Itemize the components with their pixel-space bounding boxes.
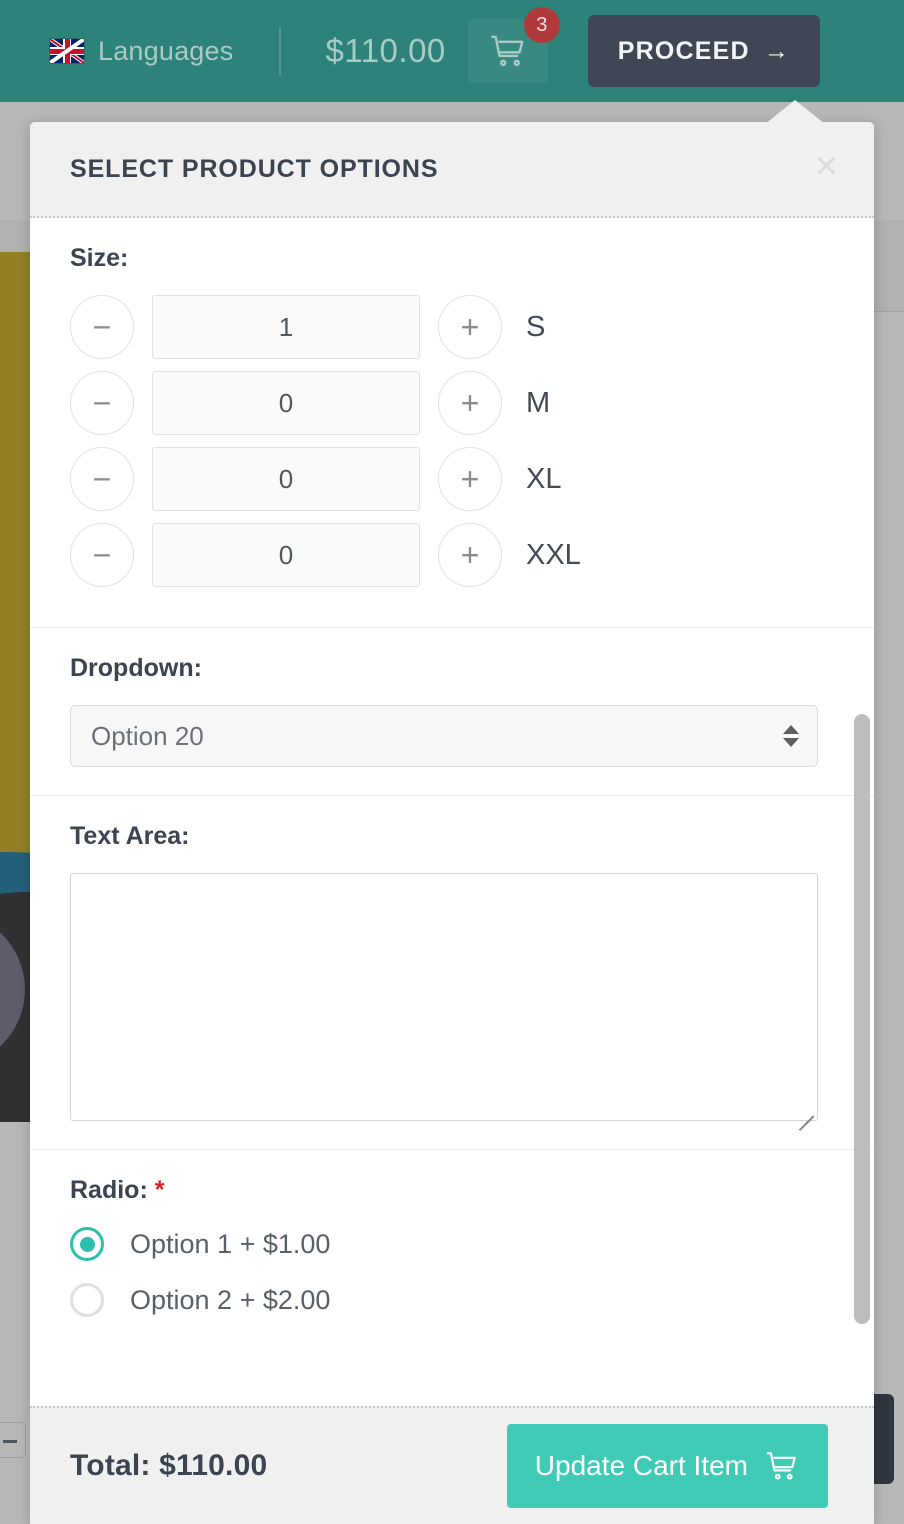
required-asterisk: * (154, 1176, 165, 1204)
modal-footer: Total: $110.00 Update Cart Item (30, 1406, 874, 1524)
size-name-m: M (526, 386, 551, 419)
cart-total-amount: $110.00 (325, 32, 446, 69)
radio-option-1-label: Option 1 + $1.00 (130, 1228, 331, 1259)
quantity-input-xl[interactable] (152, 447, 420, 511)
dropdown-select[interactable]: Option 20 (70, 705, 818, 767)
section-textarea: Text Area: (30, 796, 874, 1150)
page-root: Languages $110.00 3 PROCEED → SELECT PRO… (0, 0, 904, 1524)
modal-header: SELECT PRODUCT OPTIONS × (30, 122, 874, 218)
section-dropdown: Dropdown: Option 20 (30, 628, 874, 796)
radio-label-text: Radio: (70, 1176, 148, 1204)
size-label: Size: (70, 244, 129, 272)
decrement-button-m[interactable]: − (70, 371, 134, 435)
decrement-button-xl[interactable]: − (70, 447, 134, 511)
uk-flag-icon (50, 39, 84, 63)
topbar-divider (279, 27, 282, 75)
proceed-label: PROCEED (617, 36, 750, 65)
size-name-xl: XL (526, 462, 562, 495)
cart-count-badge: 3 (523, 7, 560, 43)
modal-title: SELECT PRODUCT OPTIONS (70, 154, 439, 183)
shopping-cart-icon (490, 35, 524, 67)
radio-option-2-label: Option 2 + $2.00 (130, 1284, 331, 1315)
radio-label: Radio: * (70, 1176, 834, 1205)
dropdown-label: Dropdown: (70, 654, 202, 682)
increment-button-s[interactable]: + (438, 295, 502, 359)
modal-body: Size: − + S − + M − + XL (30, 218, 874, 1406)
radio-option-1[interactable]: Option 1 + $1.00 (70, 1227, 834, 1261)
total-price: Total: $110.00 (70, 1449, 268, 1482)
product-options-modal: SELECT PRODUCT OPTIONS × Size: − + S − +… (30, 122, 874, 1524)
proceed-button[interactable]: PROCEED → (587, 15, 821, 87)
decrement-button-s[interactable]: − (70, 295, 134, 359)
modal-scrollbar[interactable] (848, 218, 874, 1406)
radio-indicator-2[interactable] (70, 1283, 104, 1317)
increment-button-xxl[interactable]: + (438, 523, 502, 587)
dropdown-selected-value: Option 20 (91, 720, 204, 751)
radio-indicator-1[interactable] (70, 1227, 104, 1261)
size-row-xxl: − + XXL (70, 523, 834, 587)
textarea-label: Text Area: (70, 822, 190, 850)
decrement-button-xxl[interactable]: − (70, 523, 134, 587)
size-row-m: − + M (70, 371, 834, 435)
scrollbar-thumb[interactable] (854, 714, 870, 1324)
size-row-xl: − + XL (70, 447, 834, 511)
language-selector[interactable]: Languages (50, 36, 233, 67)
quantity-input-xxl[interactable] (152, 523, 420, 587)
close-icon[interactable]: × (809, 146, 844, 192)
increment-button-xl[interactable]: + (438, 447, 502, 511)
update-cart-item-button[interactable]: Update Cart Item (506, 1424, 828, 1508)
increment-button-m[interactable]: + (438, 371, 502, 435)
arrow-right-icon: → (763, 36, 791, 65)
textarea-wrapper (70, 873, 818, 1131)
textarea-input[interactable] (71, 874, 817, 1120)
cart-button[interactable]: 3 (467, 7, 560, 83)
size-name-xxl: XXL (526, 538, 581, 571)
top-bar: Languages $110.00 3 PROCEED → (0, 0, 904, 102)
size-name-s: S (526, 310, 546, 343)
chevron-updown-icon (783, 725, 799, 747)
resize-grip-icon[interactable] (796, 1099, 814, 1131)
section-size: Size: − + S − + M − + XL (30, 218, 874, 628)
modal-pointer-caret (765, 100, 825, 124)
shopping-cart-icon (766, 1452, 796, 1480)
quantity-input-s[interactable] (152, 295, 420, 359)
language-label: Languages (98, 35, 234, 66)
update-cart-item-label: Update Cart Item (534, 1450, 748, 1481)
section-radio: Radio: * Option 1 + $1.00 Option 2 + $2.… (30, 1150, 874, 1367)
size-row-s: − + S (70, 295, 834, 359)
quantity-input-m[interactable] (152, 371, 420, 435)
radio-option-2[interactable]: Option 2 + $2.00 (70, 1283, 834, 1317)
